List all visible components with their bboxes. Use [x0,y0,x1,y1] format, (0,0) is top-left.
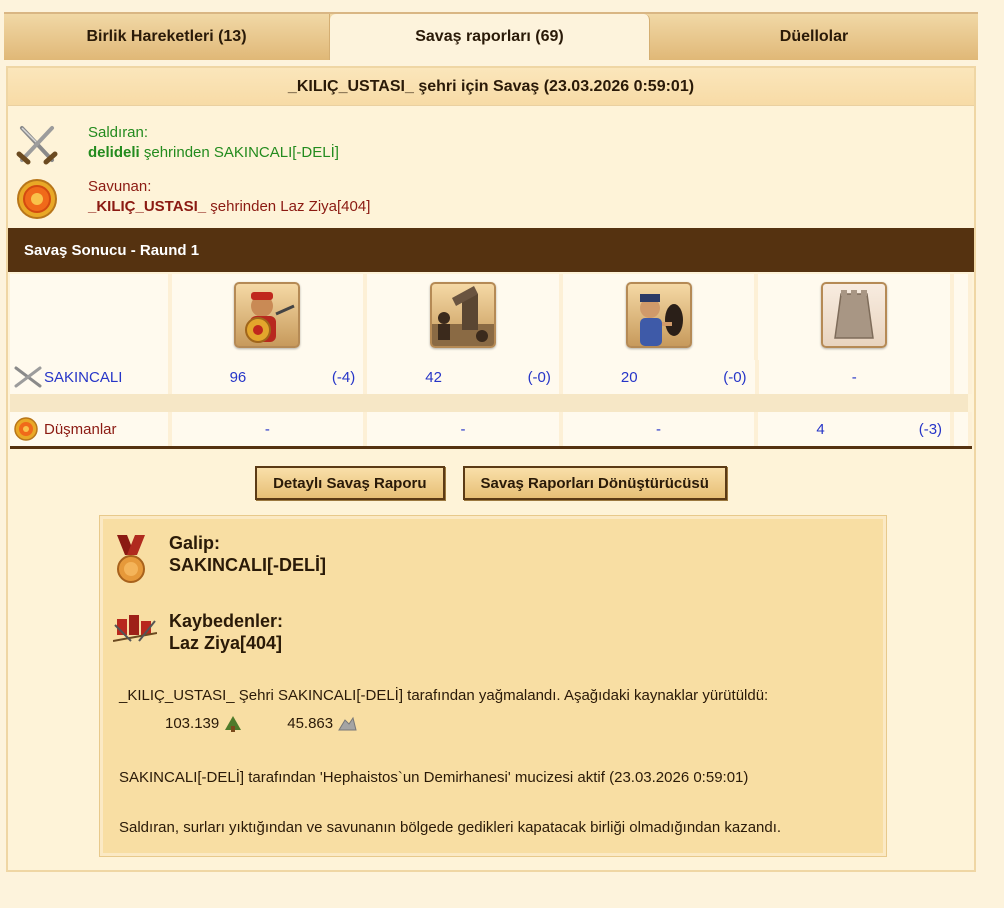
defender-value: _KILIÇ_USTASI_ şehrinden Laz Ziya[404] [88,198,370,215]
battle-summary: Galip: SAKINCALI[-DELİ] Kaybedenler: Laz… [99,515,887,857]
report-converter-button[interactable]: Savaş Raporları Dönüştürücüsü [462,466,727,500]
defender-label: Savunan: [88,178,152,195]
tab-duels[interactable]: Düellolar [650,14,978,60]
unit-count: 4 [816,420,825,438]
slinger-unit-icon[interactable] [625,282,692,348]
unit-icons-row [10,274,972,360]
unit-count: 96 [229,368,247,386]
attacker-city-link[interactable]: delideli [88,144,140,161]
unit-count: - [264,420,270,438]
unit-loss: (-4) [331,368,356,386]
result-bar: Savaş Sonucu - Raund 1 [8,228,974,272]
defender-info: Savunan: _KILIÇ_USTASI_ şehrinden Laz Zi… [8,172,974,226]
catapult-unit-icon[interactable] [430,282,497,348]
battle-report-window: Birlik Hareketleri (13) Savaş raporları … [0,0,1004,908]
unit-loss: (-0) [723,368,747,386]
stone-amount: 45.863 [287,715,334,732]
medal-icon [117,535,145,583]
winner-label: Galip: [169,533,221,553]
plundered-resources: 103.139 45.863 [165,715,357,732]
plunder-text: _KILIÇ_USTASI_ Şehri SAKINCALI[-DELİ] ta… [119,687,769,704]
tab-unit-movements[interactable]: Birlik Hareketleri (13) [4,14,330,60]
miracle-text: SAKINCALI[-DELİ] tarafından 'Hephaistos`… [119,769,749,786]
attacker-value: delideli şehrinden SAKINCALI[-DELİ] [88,144,339,161]
defender-name[interactable]: Düşmanlar [44,421,117,438]
defender-city-link[interactable]: _KILIÇ_USTASI_ [88,198,206,215]
losers-label: Kaybedenler: [169,611,284,631]
shield-icon [14,417,38,441]
unit-loss: (-3) [918,420,943,438]
detailed-report-button[interactable]: Detaylı Savaş Raporu [255,466,445,500]
wood-icon [225,715,242,732]
defender-units-row: Düşmanlar - - - 4 (-3) [10,412,973,446]
attacker-name[interactable]: SAKINCALI [44,369,122,386]
attacker-rest[interactable]: şehrinden SAKINCALI[-DELİ] [140,144,339,161]
battle-report-panel: _KILIÇ_USTASI_ şehri için Savaş (23.03.2… [6,66,976,872]
hoplite-unit-icon[interactable] [234,282,301,348]
city-wall-icon[interactable] [821,282,888,348]
unit-loss: (-0) [527,368,551,386]
report-title: _KILIÇ_USTASI_ şehri için Savaş (23.03.2… [8,68,974,106]
unit-count: - [851,368,857,386]
losers-name[interactable]: Laz Ziya[404] [169,633,282,654]
unit-count: 20 [620,368,638,386]
shield-icon [17,179,57,219]
battle-result-table: SAKINCALI 96 (-4) 42 (-0) 20 (-0) - Düşm… [10,274,973,449]
attacker-label: Saldıran: [88,124,149,141]
attacker-units-row: SAKINCALI 96 (-4) 42 (-0) 20 (-0) - [10,360,972,394]
defender-rest[interactable]: şehrinden Laz Ziya[404] [206,198,370,215]
unit-count: - [460,420,466,438]
winner-name[interactable]: SAKINCALI[-DELİ] [169,555,326,576]
unit-count: 42 [425,368,442,386]
fallen-soldiers-icon [113,615,157,642]
report-actions: Detaylı Savaş Raporu Savaş Raporları Dön… [8,466,974,500]
report-tabs: Birlik Hareketleri (13) Savaş raporları … [4,12,978,60]
tab-battle-reports[interactable]: Savaş raporları (69) [330,14,650,60]
crossed-swords-icon [14,366,42,388]
stone-icon [338,716,357,730]
win-reason-text: Saldıran, surları yıktığından ve savunan… [119,819,782,836]
crossed-swords-icon [16,126,58,165]
unit-count: - [656,420,662,438]
wood-amount: 103.139 [165,715,220,732]
attacker-info: Saldıran: delideli şehrinden SAKINCALI[-… [8,118,974,172]
